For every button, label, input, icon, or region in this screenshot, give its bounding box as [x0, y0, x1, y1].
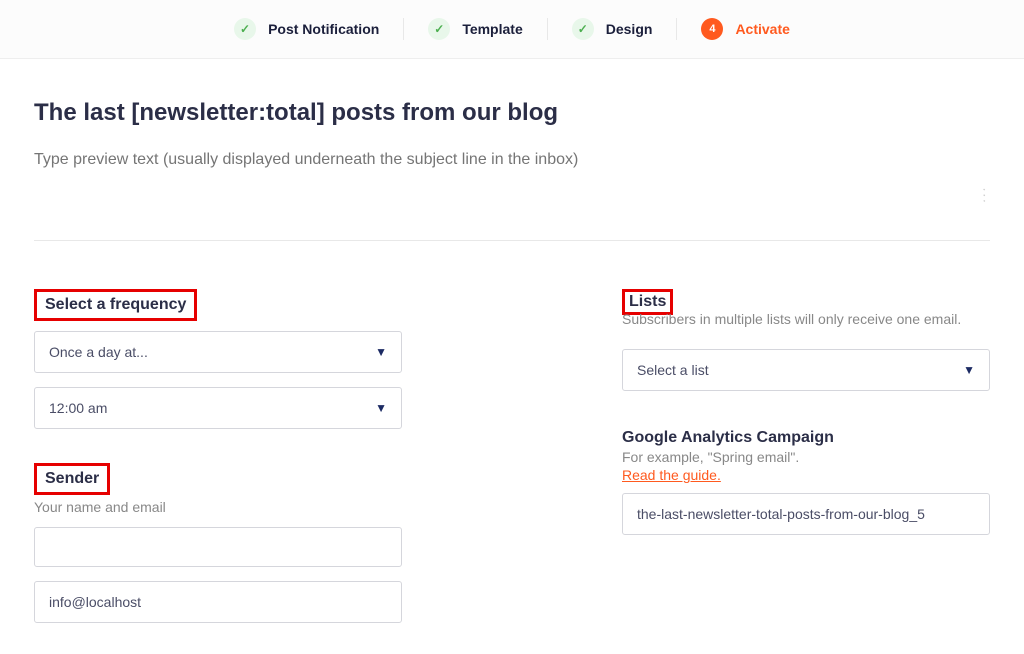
preview-area: ⋰: [34, 151, 990, 241]
preview-text-input[interactable]: [34, 151, 990, 175]
sender-sub: Your name and email: [34, 499, 402, 515]
frequency-select[interactable]: Once a day at... ▼: [34, 331, 402, 373]
frequency-time-select[interactable]: 12:00 am ▼: [34, 387, 402, 429]
analytics-heading: Google Analytics Campaign: [622, 429, 834, 446]
content: The last [newsletter:total] posts from o…: [0, 59, 1024, 637]
check-icon: ✓: [572, 18, 594, 40]
lists-sub: Subscribers in multiple lists will only …: [622, 311, 990, 327]
chevron-down-icon: ▼: [963, 363, 975, 377]
step-label: Design: [606, 21, 653, 37]
analytics-sub: For example, "Spring email".: [622, 449, 990, 465]
chevron-down-icon: ▼: [375, 401, 387, 415]
sender-heading-highlight: Sender: [34, 463, 110, 495]
sender-name-input[interactable]: [34, 527, 402, 567]
sender-email-input[interactable]: [34, 581, 402, 623]
guide-link[interactable]: Read the guide.: [622, 467, 721, 483]
step-label: Activate: [735, 21, 789, 37]
check-icon: ✓: [234, 18, 256, 40]
step-activate[interactable]: 4 Activate: [677, 18, 813, 40]
frequency-time-value: 12:00 am: [49, 400, 107, 416]
analytics-campaign-input[interactable]: [622, 493, 990, 535]
page-title: The last [newsletter:total] posts from o…: [34, 99, 990, 127]
frequency-heading-highlight: Select a frequency: [34, 289, 197, 321]
sender-heading: Sender: [45, 470, 99, 487]
step-label: Post Notification: [268, 21, 379, 37]
lists-select[interactable]: Select a list ▼: [622, 349, 990, 391]
frequency-heading: Select a frequency: [45, 296, 186, 313]
stepper: ✓ Post Notification ✓ Template ✓ Design …: [0, 0, 1024, 59]
check-icon: ✓: [428, 18, 450, 40]
step-design[interactable]: ✓ Design: [548, 18, 678, 40]
lists-select-placeholder: Select a list: [637, 362, 709, 378]
step-template[interactable]: ✓ Template: [404, 18, 547, 40]
lists-heading: Lists: [629, 293, 666, 310]
step-label: Template: [462, 21, 522, 37]
step-number-icon: 4: [701, 18, 723, 40]
step-post-notification[interactable]: ✓ Post Notification: [210, 18, 404, 40]
chevron-down-icon: ▼: [375, 345, 387, 359]
resize-handle-icon[interactable]: ⋰: [975, 186, 993, 204]
frequency-select-value: Once a day at...: [49, 344, 148, 360]
